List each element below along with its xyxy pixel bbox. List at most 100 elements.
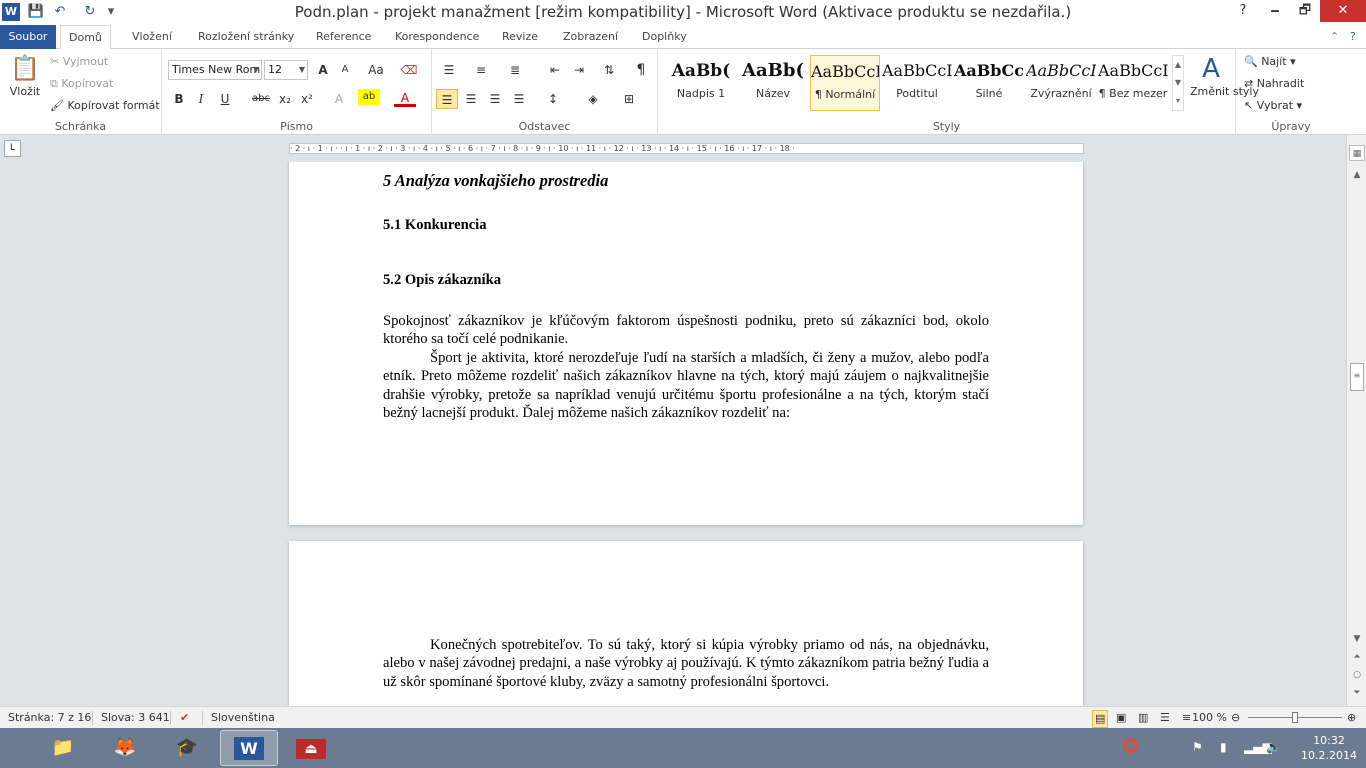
style-strong[interactable]: AaBbCcl Silné bbox=[954, 55, 1024, 111]
heading-competition[interactable]: 5.1 Konkurencia bbox=[383, 216, 989, 234]
shrink-font-icon[interactable]: A bbox=[334, 60, 356, 80]
style-emphasis[interactable]: AaBbCcI Zvýraznění bbox=[1026, 55, 1096, 111]
paragraph-1[interactable]: Spokojnosť zákazníkov je kľúčovým faktor… bbox=[383, 312, 989, 349]
taskbar-acrobat[interactable]: ⏏ bbox=[282, 730, 340, 766]
save-icon[interactable]: 💾 bbox=[26, 3, 46, 21]
zoom-out-icon[interactable]: ⊖ bbox=[1231, 710, 1240, 726]
scroll-down-icon[interactable]: ▼ bbox=[1349, 631, 1365, 647]
grow-font-icon[interactable]: A bbox=[312, 60, 334, 80]
align-center-icon[interactable]: ☰ bbox=[460, 89, 482, 109]
select-button[interactable]: ↖ Vybrat ▾ bbox=[1244, 97, 1302, 115]
battery-icon[interactable]: ▮ bbox=[1220, 740, 1227, 754]
style-normal[interactable]: AaBbCcI ¶ Normální bbox=[810, 55, 880, 111]
full-screen-reading-icon[interactable]: ▣ bbox=[1116, 710, 1126, 726]
tray-alert-icon[interactable]: ✪ bbox=[1122, 734, 1139, 758]
bullets-icon[interactable]: ☰ bbox=[438, 60, 460, 80]
tab-view[interactable]: Zobrazení bbox=[555, 25, 626, 49]
ruler-toggle-icon[interactable]: ▦ bbox=[1349, 145, 1365, 161]
redo-icon[interactable]: ↻ bbox=[80, 3, 100, 21]
copy-button[interactable]: ⧉ Kopírovat bbox=[50, 75, 113, 93]
help-question-icon[interactable]: ? bbox=[1350, 28, 1356, 46]
print-layout-icon[interactable]: ▤ bbox=[1092, 710, 1109, 728]
numbering-icon[interactable]: ≡ bbox=[470, 60, 492, 80]
taskbar-word[interactable]: W bbox=[220, 730, 278, 766]
scroll-up-icon[interactable]: ▲ bbox=[1349, 167, 1365, 183]
proofing-icon[interactable]: ✔ bbox=[180, 710, 189, 726]
action-center-icon[interactable]: ⚑ bbox=[1192, 740, 1203, 754]
tab-review[interactable]: Revize bbox=[494, 25, 546, 49]
tab-insert[interactable]: Vložení bbox=[124, 25, 180, 49]
tab-addins[interactable]: Doplňky bbox=[634, 25, 695, 49]
next-page-icon[interactable]: ⏷ bbox=[1349, 685, 1365, 701]
outline-icon[interactable]: ☰ bbox=[1160, 710, 1170, 726]
document-area[interactable]: 5 Analýza vonkajšieho prostredia 5.1 Kon… bbox=[0, 162, 1346, 706]
replace-button[interactable]: ⇄ Nahradit bbox=[1244, 75, 1304, 93]
web-layout-icon[interactable]: ▥ bbox=[1138, 710, 1148, 726]
zoom-slider-knob[interactable] bbox=[1292, 712, 1298, 723]
style-subtitle[interactable]: AaBbCcI Podtitul bbox=[882, 55, 952, 111]
clear-formatting-icon[interactable]: ⌫ bbox=[398, 60, 420, 80]
text-effects-icon[interactable]: A bbox=[328, 89, 350, 109]
taskbar-explorer[interactable]: 📁 bbox=[34, 730, 92, 766]
paragraph-3[interactable]: Konečných spotrebiteľov. To sú taký, kto… bbox=[383, 636, 989, 691]
word-count[interactable]: Slova: 3 641 bbox=[101, 710, 170, 726]
tab-mailings[interactable]: Korespondence bbox=[387, 25, 487, 49]
heading-analysis[interactable]: 5 Analýza vonkajšieho prostredia bbox=[383, 171, 989, 190]
heading-customer[interactable]: 5.2 Opis zákazníka bbox=[383, 271, 989, 289]
highlight-icon[interactable]: ab bbox=[358, 89, 380, 105]
restore-button[interactable]: 🗗 bbox=[1290, 0, 1320, 22]
increase-indent-icon[interactable]: ⇥ bbox=[568, 60, 590, 80]
style-title[interactable]: AaBb(Název bbox=[738, 55, 808, 111]
sort-icon[interactable]: ⇅ bbox=[598, 60, 620, 80]
tab-references[interactable]: Reference bbox=[308, 25, 379, 49]
close-button[interactable]: ✕ bbox=[1320, 0, 1366, 22]
browse-object-icon[interactable]: ○ bbox=[1349, 667, 1365, 683]
font-color-icon[interactable]: A bbox=[394, 89, 416, 107]
previous-page-icon[interactable]: ⏶ bbox=[1349, 649, 1365, 665]
pilcrow-icon[interactable]: ¶ bbox=[630, 60, 652, 80]
collapse-ribbon-icon[interactable]: ⌃ bbox=[1330, 28, 1339, 46]
cut-button[interactable]: ✂ Vyjmout bbox=[50, 53, 108, 71]
volume-icon[interactable]: 🔈 bbox=[1266, 740, 1281, 754]
language[interactable]: Slovenština bbox=[211, 710, 275, 726]
change-styles-button[interactable]: A Změnit styly bbox=[1190, 53, 1259, 98]
subscript-icon[interactable]: x₂ bbox=[274, 89, 296, 109]
scroll-thumb[interactable]: ≡ bbox=[1350, 363, 1364, 391]
underline-icon[interactable]: U bbox=[214, 89, 236, 109]
italic-icon[interactable]: I bbox=[190, 89, 212, 109]
vertical-scrollbar[interactable]: ▦ ▲ ≡ ▼ ⏶ ○ ⏷ bbox=[1346, 135, 1366, 706]
font-size-combo[interactable]: 12 ▼ bbox=[264, 60, 308, 80]
page[interactable]: 5 Analýza vonkajšieho prostredia 5.1 Kon… bbox=[289, 162, 1083, 525]
style-no-spacing[interactable]: AaBbCcI ¶ Bez mezer bbox=[1098, 55, 1168, 111]
draft-icon[interactable]: ≡ bbox=[1182, 710, 1191, 726]
clock[interactable]: 10:32 10.2.2014 bbox=[1296, 733, 1362, 763]
help-icon[interactable]: ? bbox=[1228, 0, 1258, 22]
taskbar-firefox[interactable]: 🦊 bbox=[96, 730, 154, 766]
format-painter-button[interactable]: 🖌 Kopírovat formát bbox=[50, 97, 160, 115]
font-name-combo[interactable]: Times New Rom ▼ bbox=[168, 60, 262, 80]
style-heading-1[interactable]: AaBb(Nadpis 1 bbox=[666, 55, 736, 111]
customize-quick-access-icon[interactable]: ▾ bbox=[104, 3, 118, 21]
shading-icon[interactable]: ◈ bbox=[582, 89, 604, 109]
tab-file[interactable]: Soubor bbox=[0, 25, 56, 49]
paste-button[interactable]: 📋 Vložit bbox=[6, 53, 44, 101]
minimize-button[interactable]: 🗕 bbox=[1260, 0, 1290, 22]
page[interactable]: Konečných spotrebiteľov. To sú taký, kto… bbox=[289, 541, 1083, 706]
decrease-indent-icon[interactable]: ⇤ bbox=[544, 60, 566, 80]
multilevel-list-icon[interactable]: ≣ bbox=[504, 60, 526, 80]
align-right-icon[interactable]: ☰ bbox=[484, 89, 506, 109]
find-button[interactable]: 🔍 Najít ▾ bbox=[1244, 53, 1296, 71]
zoom-in-icon[interactable]: ⊕ bbox=[1347, 710, 1356, 726]
strikethrough-icon[interactable]: abc bbox=[248, 89, 274, 109]
justify-icon[interactable]: ☰ bbox=[508, 89, 530, 109]
tab-home[interactable]: Domů bbox=[60, 25, 111, 49]
bold-icon[interactable]: B bbox=[168, 89, 190, 109]
tab-selector[interactable]: L bbox=[4, 140, 21, 157]
change-case-icon[interactable]: Aa bbox=[362, 60, 390, 80]
zoom-level[interactable]: 100 % bbox=[1192, 710, 1227, 726]
word-app-icon[interactable]: W bbox=[2, 3, 20, 21]
superscript-icon[interactable]: x² bbox=[296, 89, 318, 109]
page-count[interactable]: Stránka: 7 z 16 bbox=[8, 710, 91, 726]
tab-page-layout[interactable]: Rozložení stránky bbox=[190, 25, 302, 49]
align-left-icon[interactable]: ☰ bbox=[436, 89, 458, 109]
